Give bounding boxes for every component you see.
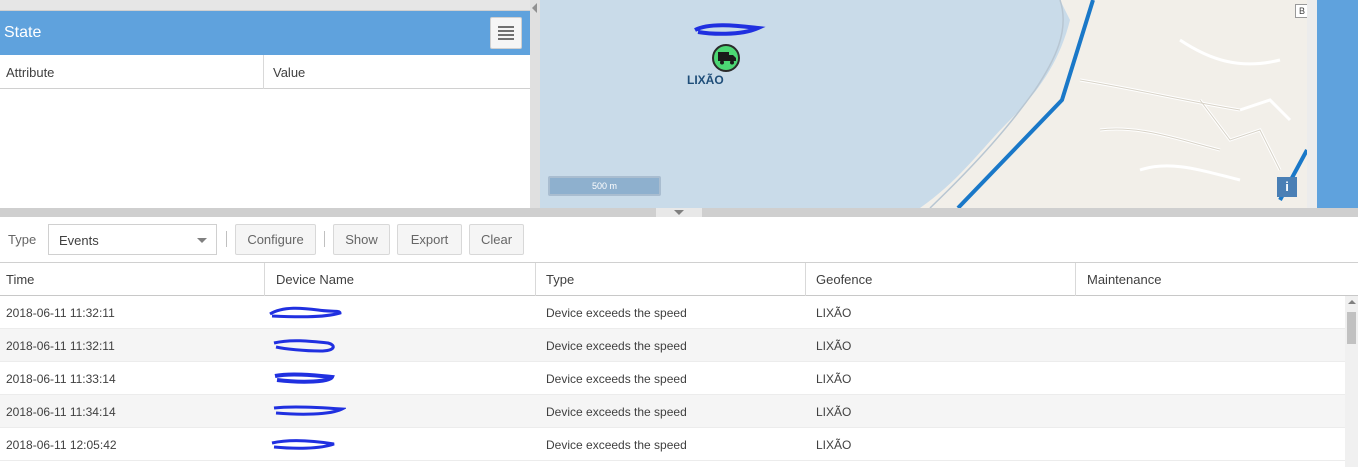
column-value[interactable]: Value [273,65,305,80]
cell-type: Device exceeds the speed [546,339,687,353]
cell-geofence: LIXÃO [816,306,852,320]
cell-type: Device exceeds the speed [546,405,687,419]
cell-type: Device exceeds the speed [546,438,687,452]
top-area: State Attribute Value LIXÃO 500 m i B [0,0,1358,208]
scroll-up-icon[interactable] [1348,300,1356,304]
splitter-collapse-tab[interactable] [656,208,702,217]
state-grid-header: Attribute Value [0,55,530,89]
table-row[interactable]: 2018-06-11 12:05:42 Device exceeds the s… [0,428,1345,461]
map-scale: 500 m [548,176,661,196]
column-type[interactable]: Type [546,272,574,287]
events-grid-header: Time Device Name Type Geofence Maintenan… [0,262,1358,296]
state-panel-menu-button[interactable] [490,17,522,49]
cell-type: Device exceeds the speed [546,372,687,386]
cell-geofence: LIXÃO [816,405,852,419]
toolbar-separator [324,231,325,247]
cell-geofence: LIXÃO [816,339,852,353]
right-panel [1317,0,1358,208]
table-row[interactable]: 2018-06-11 11:34:14 Device exceeds the s… [0,395,1345,428]
column-attribute[interactable]: Attribute [6,65,54,80]
cell-time: 2018-06-11 11:32:11 [6,306,115,320]
table-row[interactable]: 2018-06-11 11:32:11 Device exceeds the s… [0,296,1345,329]
cell-time: 2018-06-11 11:33:14 [6,372,116,386]
list-icon [498,26,514,40]
map-info-button[interactable]: i [1277,177,1297,197]
table-row[interactable]: 2018-06-11 11:33:14 Device exceeds the s… [0,362,1345,395]
column-maintenance[interactable]: Maintenance [1087,272,1161,287]
export-button[interactable]: Export [397,224,462,255]
state-panel: State Attribute Value [0,0,530,208]
map-view[interactable]: LIXÃO 500 m i B [540,0,1307,208]
toolbar-separator [226,231,227,247]
cell-geofence: LIXÃO [816,438,852,452]
type-select[interactable]: Events [48,224,217,255]
map-corner-button[interactable]: B [1295,4,1307,18]
cell-time: 2018-06-11 12:05:42 [6,438,117,452]
state-panel-title: State [4,24,42,41]
events-grid: Time Device Name Type Geofence Maintenan… [0,262,1358,467]
cell-time: 2018-06-11 11:34:14 [6,405,116,419]
redacted-device-name [274,372,335,384]
state-top-strip [0,0,530,11]
column-geofence[interactable]: Geofence [816,272,872,287]
scrollbar-thumb[interactable] [1347,312,1356,344]
state-panel-header: State [0,11,530,55]
cell-geofence: LIXÃO [816,372,852,386]
redacted-device-name [271,439,335,450]
configure-button[interactable]: Configure [235,224,316,255]
horizontal-splitter[interactable] [0,208,1358,217]
redacted-device-name [273,405,346,416]
redacted-device-name [273,339,335,353]
right-splitter[interactable] [1307,0,1317,208]
events-toolbar: Type Events Configure Show Export Clear [0,217,1358,262]
clear-button[interactable]: Clear [469,224,524,255]
show-button[interactable]: Show [333,224,390,255]
redacted-device-name [269,306,342,319]
vertical-splitter[interactable] [530,0,540,208]
type-label: Type [8,232,37,247]
vehicle-marker[interactable] [712,44,740,72]
truck-icon [718,52,736,65]
column-time[interactable]: Time [6,272,34,287]
table-row[interactable]: 2018-06-11 11:32:11 Device exceeds the s… [0,329,1345,362]
chevron-down-icon[interactable] [674,210,684,215]
cell-time: 2018-06-11 11:32:11 [6,339,115,353]
marker-label: LIXÃO [687,73,724,87]
grid-scrollbar[interactable] [1345,296,1358,467]
cell-type: Device exceeds the speed [546,306,687,320]
column-device-name[interactable]: Device Name [276,272,354,287]
type-select-value: Events [59,233,99,248]
chevron-down-icon[interactable] [197,238,207,243]
collapse-left-icon[interactable] [532,3,537,13]
